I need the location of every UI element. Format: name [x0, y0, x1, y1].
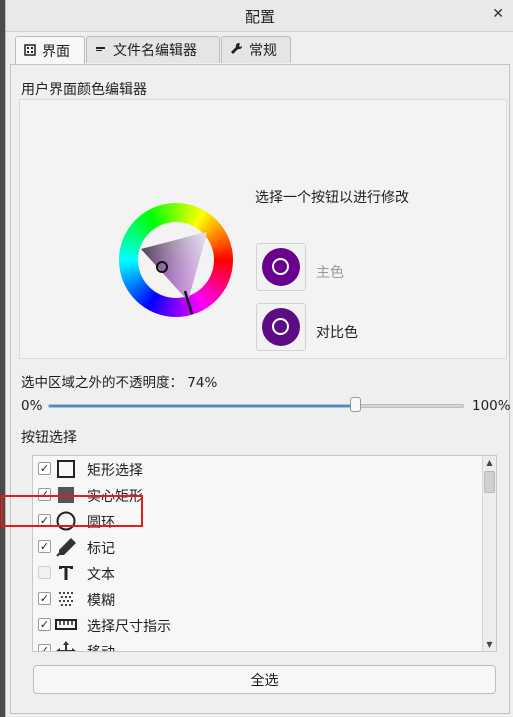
- circle-icon: [272, 258, 289, 275]
- checkbox[interactable]: ✓: [38, 488, 51, 501]
- select-button-hint: 选择一个按钮以进行修改: [255, 190, 409, 206]
- button-selection-label: 按钮选择: [21, 430, 77, 446]
- list-item-blur[interactable]: ✓ 模糊: [33, 586, 483, 612]
- list-item-label: 移动: [87, 642, 115, 651]
- list-item-text[interactable]: 文本: [33, 560, 483, 586]
- tab-interface[interactable]: 界面: [15, 36, 85, 65]
- list-item-label: 文本: [87, 567, 115, 583]
- tab-filename-editor[interactable]: 文件名编辑器: [86, 36, 220, 63]
- checkbox[interactable]: ✓: [38, 540, 51, 553]
- config-window: 配置 ✕ 界面 文件名编辑器 常规 用户界面颜色编辑器 选择一个按钮以进行修改 …: [5, 0, 513, 717]
- list-item-filled-rectangle[interactable]: ✓ 实心矩形: [33, 482, 483, 508]
- color-editor-group: 选择一个按钮以进行修改 主色 对比色: [19, 99, 507, 359]
- window-title: 配置: [244, 8, 275, 26]
- checkbox[interactable]: ✓: [38, 462, 51, 475]
- list-item-circle[interactable]: ✓ 圆环: [33, 508, 483, 534]
- checkbox[interactable]: ✓: [38, 644, 51, 651]
- scroll-down-arrow-icon[interactable]: ▼: [483, 638, 496, 651]
- tab-general[interactable]: 常规: [221, 36, 291, 63]
- grid-icon: [24, 43, 36, 59]
- list-item-move[interactable]: ✓ 移动: [33, 638, 483, 651]
- opacity-value: 74%: [187, 375, 218, 391]
- contrast-color-button[interactable]: [256, 303, 306, 351]
- list-item-rectangle-select[interactable]: ✓ 矩形选择: [33, 456, 483, 482]
- opacity-slider-fill: [49, 405, 356, 407]
- primary-color-button[interactable]: [256, 243, 306, 291]
- list-item-label: 模糊: [87, 593, 115, 609]
- list-item-label: 实心矩形: [87, 489, 143, 505]
- interface-panel: 用户界面颜色编辑器 选择一个按钮以进行修改 主色 对比色 选中区域之外的不透明度…: [10, 64, 511, 714]
- select-all-button[interactable]: 全选: [33, 665, 496, 694]
- checkbox[interactable]: ✓: [38, 514, 51, 527]
- list-item-size-indicator[interactable]: ✓ 选择尺寸指示: [33, 612, 483, 638]
- tab-label: 界面: [42, 44, 70, 60]
- circle-icon: [55, 511, 77, 531]
- circle-icon: [272, 318, 289, 335]
- text-icon: [55, 563, 77, 583]
- ruler-icon: [55, 615, 77, 635]
- opacity-label: 选中区域之外的不透明度： 74%: [21, 371, 217, 391]
- rectangle-filled-icon: [55, 485, 77, 505]
- list-item-label: 选择尺寸指示: [87, 619, 171, 635]
- button-selection-list[interactable]: ✓ 矩形选择 ✓ 实心矩形 ✓ 圆环 ✓ 标记 文本 ✓ 模糊 ✓ 选择尺寸指示…: [32, 455, 497, 652]
- checkbox[interactable]: ✓: [38, 592, 51, 605]
- color-editor-label: 用户界面颜色编辑器: [21, 82, 147, 98]
- opacity-slider-handle[interactable]: [349, 397, 361, 412]
- primary-color-label: 主色: [316, 265, 344, 281]
- scroll-up-arrow-icon[interactable]: ▲: [483, 456, 496, 469]
- opacity-max-label: 100%: [472, 398, 511, 414]
- list-scrollbar[interactable]: ▲ ▼: [482, 456, 496, 651]
- move-icon: [55, 641, 77, 651]
- wrench-icon: [230, 42, 243, 58]
- list-item-label: 圆环: [87, 515, 115, 531]
- saturation-triangle[interactable]: [119, 203, 233, 317]
- rectangle-outline-icon: [55, 459, 77, 479]
- minus-icon: [95, 43, 107, 58]
- opacity-label-text: 选中区域之外的不透明度：: [21, 375, 183, 391]
- list-item-label: 矩形选择: [87, 463, 143, 479]
- close-button[interactable]: ✕: [492, 6, 504, 22]
- checkbox[interactable]: ✓: [38, 618, 51, 631]
- opacity-min-label: 0%: [21, 398, 43, 414]
- list-item-marker[interactable]: ✓ 标记: [33, 534, 483, 560]
- blur-icon: [55, 589, 77, 609]
- title-bar: 配置 ✕: [6, 0, 513, 32]
- list-item-label: 标记: [87, 541, 115, 557]
- tab-label: 文件名编辑器: [113, 43, 197, 59]
- marker-icon: [55, 537, 77, 557]
- color-wheel[interactable]: [119, 203, 233, 317]
- checkbox[interactable]: [38, 566, 51, 579]
- contrast-color-label: 对比色: [316, 325, 358, 341]
- opacity-slider-track[interactable]: [48, 404, 464, 408]
- scrollbar-thumb[interactable]: [484, 471, 495, 493]
- tab-label: 常规: [249, 43, 277, 59]
